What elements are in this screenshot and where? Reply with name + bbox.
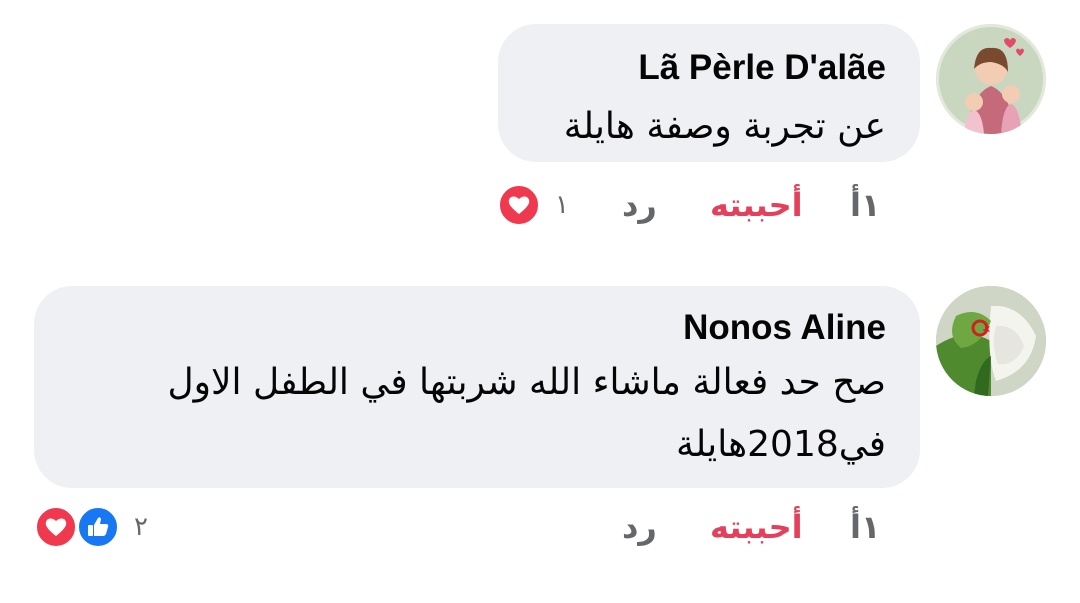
comment-actions: ١أ أحببته رد ١ <box>0 180 1080 230</box>
reply-button[interactable]: رد <box>622 502 657 552</box>
comment-time[interactable]: ١أ <box>850 180 881 230</box>
heart-icon <box>508 196 530 214</box>
comment-text-line: في2018هايلة <box>675 424 886 465</box>
reaction-count[interactable]: ٢ <box>134 502 148 552</box>
avatar-image <box>936 24 1046 134</box>
comment: Lã Pèrle D'alãe عن تجربة وصفة هايلة ١أ أ… <box>0 0 1080 250</box>
comment-bubble: Lã Pèrle D'alãe عن تجربة وصفة هايلة <box>498 24 920 162</box>
comment-author[interactable]: Lã Pèrle D'alãe <box>532 48 886 88</box>
avatar-image <box>936 286 1046 396</box>
heart-icon <box>45 518 67 536</box>
like-button[interactable]: أحببته <box>710 502 803 552</box>
reply-button[interactable]: رد <box>622 180 657 230</box>
comment-bubble: Nonos Aline صح حد فعالة ماشاء الله شربته… <box>34 286 920 488</box>
love-icon[interactable] <box>34 505 78 549</box>
comment: Nonos Aline صح حد فعالة ماشاء الله شربته… <box>0 250 1080 603</box>
comment-author[interactable]: Nonos Aline <box>68 308 886 348</box>
avatar[interactable] <box>936 286 1046 396</box>
comment-text: صح حد فعالة ماشاء الله شربتها في الطفل ا… <box>68 352 886 476</box>
reaction-count[interactable]: ١ <box>555 180 569 230</box>
comment-time[interactable]: ١أ <box>850 502 881 552</box>
comment-text-line: عن تجربة وصفة هايلة <box>563 106 886 147</box>
thumbs-up-icon <box>88 517 109 536</box>
comment-actions: ١أ أحببته رد ٢ <box>0 502 1080 552</box>
comment-text: عن تجربة وصفة هايلة <box>532 96 886 158</box>
avatar[interactable] <box>936 24 1046 134</box>
like-button[interactable]: أحببته <box>710 180 803 230</box>
like-icon[interactable] <box>76 505 120 549</box>
love-icon[interactable] <box>497 183 541 227</box>
comment-text-line: صح حد فعالة ماشاء الله شربتها في الطفل ا… <box>167 362 886 403</box>
